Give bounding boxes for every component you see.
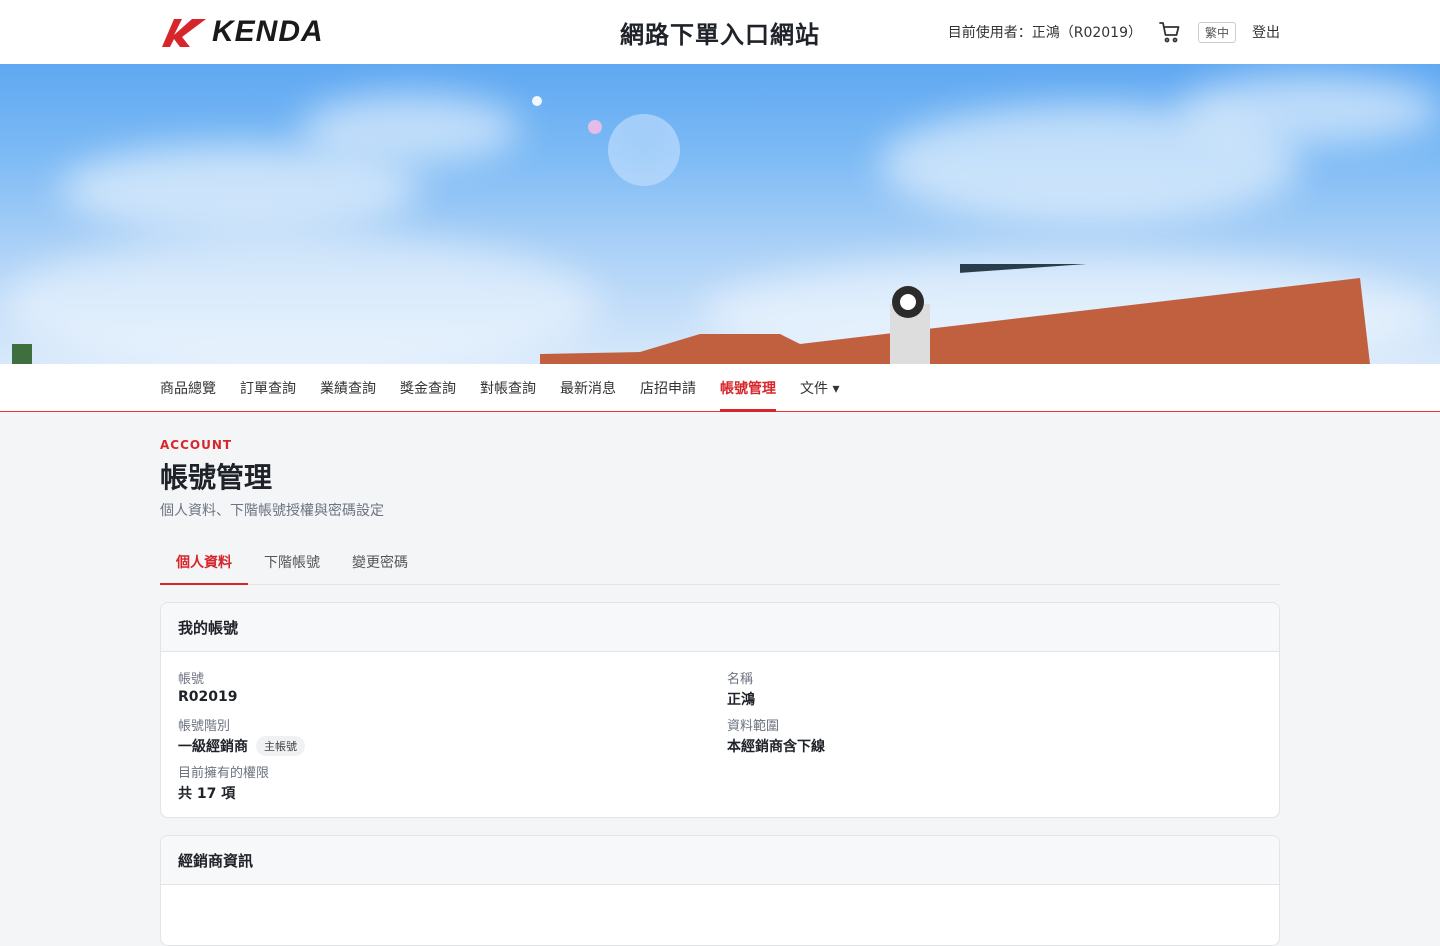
card-title: 我的帳號 (161, 603, 1279, 652)
site-title: 網路下單入口網站 (620, 20, 820, 49)
nav-item-performance[interactable]: 業績查詢 (320, 364, 376, 411)
scope-label: 資料範圍 (727, 719, 780, 734)
top-header: KENDA 網路下單入口網站 目前使用者：正鴻（R02019） 繁中 登出 (0, 0, 1440, 64)
language-button[interactable]: 繁中 (1197, 21, 1236, 43)
cart-icon[interactable] (1158, 20, 1182, 44)
nav-item-orders[interactable]: 訂單查詢 (240, 364, 296, 411)
nav-item-account[interactable]: 帳號管理 (720, 364, 776, 412)
nav-item-news[interactable]: 最新消息 (560, 364, 616, 411)
my-account-card: 我的帳號 帳號 R02019 名稱 正鴻 帳號階別 一級經銷商 主帳號 資料範圍… (160, 602, 1280, 818)
current-user-label: 目前使用者：正鴻（R02019） (947, 25, 1142, 41)
level-label: 帳號階別 (178, 719, 231, 734)
logo-text: KENDA (212, 15, 324, 48)
account-tabs: 個人資料 下階帳號 變更密碼 (160, 542, 1280, 585)
sun-flare (608, 114, 680, 186)
dealer-info-card: 經銷商資訊 (160, 835, 1280, 946)
tab-change-password[interactable]: 變更密碼 (336, 542, 424, 584)
kenda-logo-icon (162, 19, 206, 47)
nav-item-signage[interactable]: 店招申請 (640, 364, 696, 411)
nav-item-statements[interactable]: 對帳查詢 (480, 364, 536, 411)
scope-value: 本經銷商含下線 (727, 739, 825, 755)
main-account-badge: 主帳號 (256, 736, 305, 756)
permissions-value: 共 17 項 (178, 786, 236, 802)
nav-item-products[interactable]: 商品總覽 (160, 364, 216, 411)
account-label: 帳號 (178, 672, 205, 687)
factory-building (12, 264, 1370, 364)
name-value: 正鴻 (727, 692, 755, 708)
card-title: 經銷商資訊 (161, 836, 1279, 885)
name-label: 名稱 (727, 672, 754, 687)
nav-item-documents[interactable]: 文件 ▾ (800, 364, 839, 411)
tab-profile[interactable]: 個人資料 (160, 542, 248, 585)
page-title: 帳號管理 (160, 461, 273, 494)
main-nav: 商品總覽 訂單查詢 業績查詢 獎金查詢 對帳查詢 最新消息 店招申請 帳號管理 … (0, 364, 1440, 412)
account-value: R02019 (178, 689, 238, 705)
hero-banner (0, 64, 1440, 364)
main-content: ACCOUNT 帳號管理 個人資料、下階帳號授權與密碼設定 個人資料 下階帳號 … (160, 412, 1280, 946)
page-eyebrow: ACCOUNT (160, 438, 233, 452)
page-subtitle: 個人資料、下階帳號授權與密碼設定 (160, 503, 384, 519)
kenda-logo[interactable]: KENDA (160, 15, 324, 49)
logout-link[interactable]: 登出 (1252, 22, 1280, 42)
level-value: 一級經銷商 (178, 739, 248, 755)
tab-sub-accounts[interactable]: 下階帳號 (248, 542, 336, 584)
permissions-label: 目前擁有的權限 (178, 766, 270, 781)
nav-item-bonus[interactable]: 獎金查詢 (400, 364, 456, 411)
level-field: 一級經銷商 主帳號 (178, 736, 727, 756)
